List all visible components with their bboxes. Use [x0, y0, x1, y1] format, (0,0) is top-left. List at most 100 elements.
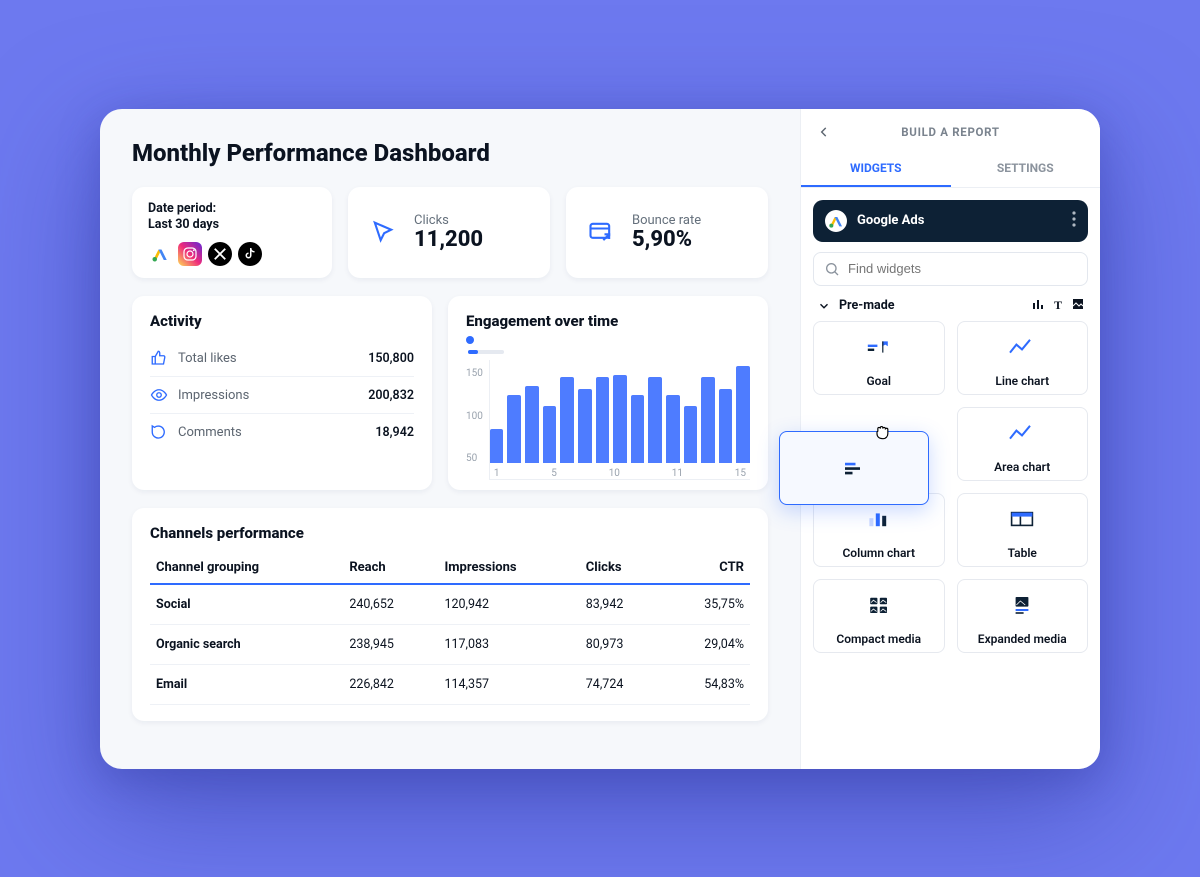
bar [684, 406, 698, 463]
grab-cursor-icon [872, 422, 892, 446]
table-row: Organic search238,945117,08380,97329,04% [150, 625, 750, 665]
widget-drag-ghost[interactable] [779, 431, 929, 505]
widget-label: Area chart [958, 458, 1088, 480]
filter-media-icon[interactable] [1072, 298, 1084, 313]
panel-header: BUILD A REPORT [801, 109, 1100, 145]
date-period-label-1: Date period: [148, 201, 316, 218]
instagram-icon [178, 242, 202, 266]
bar [719, 389, 733, 463]
widget-label: Compact media [814, 630, 944, 652]
xtick: 1 [494, 468, 500, 479]
xtick: 5 [551, 468, 557, 479]
tab-widgets[interactable]: WIDGETS [801, 151, 951, 187]
kpi-clicks-value: 11,200 [414, 228, 483, 252]
bar [701, 377, 715, 463]
xtick: 10 [609, 468, 620, 479]
eye-icon [150, 386, 168, 404]
activity-label: Comments [178, 425, 242, 440]
kpi-bounce-card: Bounce rate 5,90% [566, 187, 768, 279]
activity-title: Activity [150, 312, 414, 330]
activity-row-likes: Total likes 150,800 [150, 340, 414, 377]
section-premade-header[interactable]: Pre-made T [817, 298, 1084, 313]
source-selector[interactable]: Google Ads [813, 200, 1088, 242]
engagement-chart: 150 100 50 1 5 10 11 15 [466, 360, 750, 480]
th-channel: Channel grouping [150, 552, 343, 584]
channels-performance-card: Channels performance Channel grouping Re… [132, 508, 768, 721]
section-premade-label: Pre-made [839, 298, 1024, 313]
activity-card: Activity Total likes 150,800 Impressions… [132, 296, 432, 490]
bar [490, 429, 504, 463]
activity-label: Impressions [178, 388, 249, 403]
engagement-chart-card: Engagement over time 150 100 50 1 5 10 [448, 296, 768, 490]
activity-value: 18,942 [375, 425, 414, 440]
th-ctr: CTR [663, 552, 750, 584]
th-impressions: Impressions [438, 552, 579, 584]
x-icon [208, 242, 232, 266]
date-period-label-2: Last 30 days [148, 217, 316, 234]
widget-label: Table [958, 544, 1088, 566]
widget-label: Goal [814, 372, 944, 394]
table-row: Email226,842114,35774,72454,83% [150, 665, 750, 705]
dashboard-main: Monthly Performance Dashboard Date perio… [100, 109, 800, 769]
filter-chart-icon[interactable] [1032, 298, 1044, 313]
bar [507, 395, 521, 464]
widget-label: Expanded media [958, 630, 1088, 652]
bar [525, 386, 539, 463]
activity-value: 150,800 [368, 351, 414, 366]
channels-table: Channel grouping Reach Impressions Click… [150, 552, 750, 705]
series-dot-icon [466, 336, 474, 344]
activity-label: Total likes [178, 351, 237, 366]
widget-type-filters: T [1032, 298, 1084, 313]
bar [543, 406, 557, 463]
chart-scrub-icon [468, 350, 504, 354]
bar [596, 377, 610, 463]
panel-title: BUILD A REPORT [837, 125, 1064, 139]
bar [648, 377, 662, 463]
ytick: 50 [466, 453, 483, 464]
ytick: 150 [466, 368, 483, 379]
kpi-clicks-card: Clicks 11,200 [348, 187, 550, 279]
y-axis: 150 100 50 [466, 360, 483, 480]
google-ads-icon [825, 210, 847, 232]
mid-row: Activity Total likes 150,800 Impressions… [132, 296, 768, 490]
tiktok-icon [238, 242, 262, 266]
filter-text-icon[interactable]: T [1054, 298, 1062, 313]
widget-option-table[interactable]: Table [957, 493, 1089, 567]
widget-option-goal[interactable]: Goal [813, 321, 945, 395]
widget-option-area-chart[interactable]: Area chart [957, 407, 1089, 481]
source-name: Google Ads [857, 213, 1062, 228]
back-button[interactable] [811, 119, 837, 145]
panel-tabs: WIDGETS SETTINGS [801, 151, 1100, 188]
source-more-button[interactable] [1072, 211, 1076, 231]
comment-icon [150, 423, 168, 441]
widget-search-input[interactable] [848, 261, 1077, 276]
tab-settings[interactable]: SETTINGS [951, 151, 1101, 187]
bar [613, 375, 627, 464]
x-axis: 1 5 10 11 15 [490, 468, 750, 479]
widget-search[interactable] [813, 252, 1088, 286]
search-icon [824, 261, 840, 277]
widget-option-line-chart[interactable]: Line chart [957, 321, 1089, 395]
kpi-row: Date period: Last 30 days Clicks 11,200 [132, 187, 768, 279]
kpi-clicks-label: Clicks [414, 213, 483, 228]
chevron-down-icon [817, 298, 831, 312]
xtick: 11 [672, 468, 683, 479]
xtick: 15 [735, 468, 746, 479]
ytick: 100 [466, 411, 483, 422]
th-clicks: Clicks [580, 552, 663, 584]
cursor-icon [366, 215, 400, 249]
widget-option-expanded-media[interactable]: Expanded media [957, 579, 1089, 653]
bar [578, 389, 592, 463]
table-row: Social240,652120,94283,94235,75% [150, 584, 750, 625]
channels-title: Channels performance [150, 524, 750, 542]
channel-icons [148, 242, 316, 266]
bar [560, 377, 574, 463]
activity-value: 200,832 [368, 388, 414, 403]
bars-container: 1 5 10 11 15 [489, 360, 750, 480]
app-window: Monthly Performance Dashboard Date perio… [100, 109, 1100, 769]
bar [631, 395, 645, 464]
bar [736, 366, 750, 463]
bar [666, 395, 680, 464]
widget-option-compact-media[interactable]: Compact media [813, 579, 945, 653]
widget-label: Line chart [958, 372, 1088, 394]
